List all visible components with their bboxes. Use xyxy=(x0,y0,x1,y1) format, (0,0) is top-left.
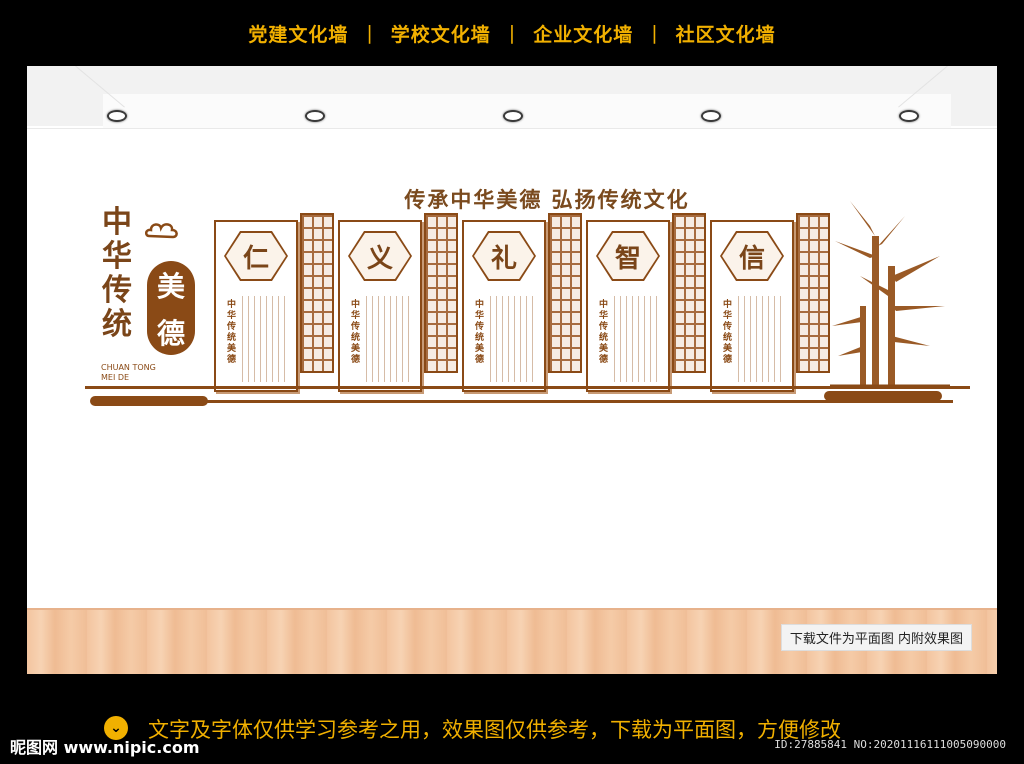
nav-separator: | xyxy=(366,22,373,44)
panel-body-text xyxy=(490,296,536,382)
floor-note: 下载文件为平面图 内附效果图 xyxy=(780,624,972,651)
spotlight-icon xyxy=(107,110,127,122)
panel-body-text xyxy=(738,296,784,382)
hex-frame: 信 xyxy=(720,231,784,281)
virtue-char: 信 xyxy=(722,233,782,279)
virtue-char: 仁 xyxy=(226,233,286,279)
badge-char: 德 xyxy=(156,316,185,350)
panel-body-text xyxy=(366,296,412,382)
site-watermark: 昵图网 www.nipic.com xyxy=(10,738,200,757)
virtue-panel-ren: 仁 中华传统美德 xyxy=(214,220,298,392)
virtue-panel-xin: 信 中华传统美德 xyxy=(710,220,794,392)
virtue-char: 智 xyxy=(598,233,658,279)
bamboo-icon xyxy=(830,201,950,388)
panel-subtitle: 中华传统美德 xyxy=(351,300,361,365)
top-nav: 党建文化墙 | 学校文化墙 | 企业文化墙 | 社区文化墙 xyxy=(0,0,1024,66)
wall-line xyxy=(27,128,997,129)
spotlight-icon xyxy=(899,110,919,122)
panel-subtitle: 中华传统美德 xyxy=(599,300,609,365)
spotlight-icon xyxy=(503,110,523,122)
footer: ⌄ 文字及字体仅供学习参考之用，效果图仅供参考，下载为平面图，方便修改 昵图网 … xyxy=(0,674,1024,764)
virtue-panel-li: 礼 中华传统美德 xyxy=(462,220,546,392)
panel-subtitle: 中华传统美德 xyxy=(723,300,733,365)
hex-frame: 礼 xyxy=(472,231,536,281)
nav-item-school[interactable]: 学校文化墙 xyxy=(391,20,491,47)
virtue-panel-yi: 义 中华传统美德 xyxy=(338,220,422,392)
virtue-char: 礼 xyxy=(474,233,534,279)
lattice-screen xyxy=(548,213,582,373)
hex-frame: 智 xyxy=(596,231,660,281)
nav-item-party[interactable]: 党建文化墙 xyxy=(248,20,348,47)
brand-english-line: MEI DE xyxy=(101,373,130,382)
brand-vertical-title: 中 华 传 统 xyxy=(97,206,137,342)
panel-subtitle: 中华传统美德 xyxy=(475,300,485,365)
hex-frame: 义 xyxy=(348,231,412,281)
brand-char: 统 xyxy=(102,307,132,342)
display-rail-lower xyxy=(207,400,953,403)
brand-char: 传 xyxy=(102,273,132,308)
brand-char: 华 xyxy=(102,239,132,274)
brand-english: CHUAN TONG MEI DE xyxy=(101,363,156,383)
wall-headline: 传承中华美德 弘扬传统文化 xyxy=(404,188,690,212)
nav-separator: | xyxy=(508,22,516,44)
lattice-screen xyxy=(796,213,830,373)
lattice-screen xyxy=(424,213,458,373)
nav-item-community[interactable]: 社区文化墙 xyxy=(676,20,776,47)
brand-block: 中 华 传 统 美 德 CHUAN TONG MEI DE xyxy=(97,206,227,406)
panel-body-text xyxy=(242,296,288,382)
brand-english-line: CHUAN TONG xyxy=(101,363,156,372)
spotlight-icon xyxy=(701,110,721,122)
badge-char: 美 xyxy=(156,269,185,303)
panel-body-text xyxy=(614,296,660,382)
image-id: ID:27885841 NO:20201116111005090000 xyxy=(774,738,1006,751)
display-rail xyxy=(85,386,970,389)
hex-frame: 仁 xyxy=(224,231,288,281)
usage-tip: 文字及字体仅供学习参考之用，效果图仅供参考，下载为平面图，方便修改 xyxy=(148,718,841,742)
meide-badge: 美 德 xyxy=(147,261,195,355)
ceiling-soffit xyxy=(103,94,951,129)
cloud-icon xyxy=(145,223,178,239)
virtue-panel-zhi: 智 中华传统美德 xyxy=(586,220,670,392)
lattice-screen xyxy=(300,213,334,373)
nav-separator: | xyxy=(651,22,658,44)
brand-char: 中 xyxy=(102,205,132,240)
rail-end-left xyxy=(90,396,208,406)
spotlight-icon xyxy=(305,110,325,122)
preview-room: 传承中华美德 弘扬传统文化 中 华 传 统 美 德 CHUAN TONG MEI… xyxy=(27,66,997,674)
nav-item-enterprise[interactable]: 企业文化墙 xyxy=(533,20,633,47)
virtue-char: 义 xyxy=(350,233,410,279)
panel-subtitle: 中华传统美德 xyxy=(227,300,237,365)
lattice-screen xyxy=(672,213,706,373)
